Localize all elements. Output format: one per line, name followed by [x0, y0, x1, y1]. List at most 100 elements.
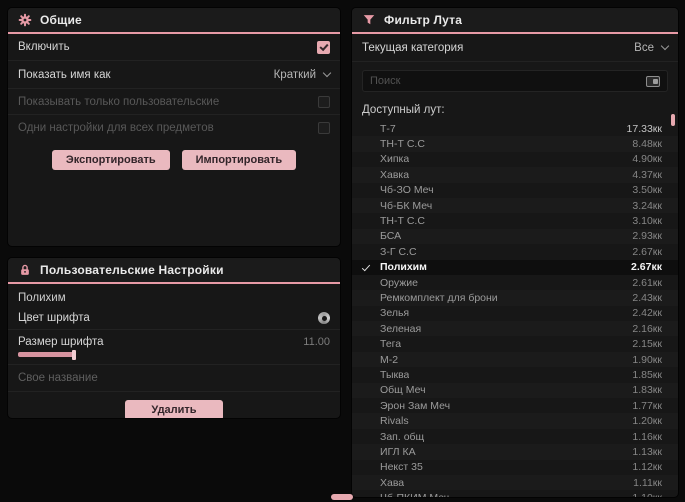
- selected-item-name: Полихим: [18, 292, 66, 304]
- loot-item-value: 2.61кк: [632, 276, 662, 289]
- same-settings-row: Одни настройки для всех предметов: [8, 115, 340, 141]
- loot-item-value: 1.77кк: [632, 399, 662, 412]
- font-color-label: Цвет шрифта: [18, 312, 90, 324]
- chevron-down-icon: [322, 68, 332, 78]
- show-name-dropdown[interactable]: Краткий: [273, 68, 332, 81]
- loot-item-name: Полихим: [380, 261, 427, 274]
- mod-settings-page: Общие Включить Показать имя как Краткий …: [0, 0, 685, 502]
- loot-item-row[interactable]: ТН-Т С.С 3.10кк: [352, 213, 678, 228]
- general-panel: Общие Включить Показать имя как Краткий …: [8, 8, 340, 246]
- loot-item-name: М-2: [380, 353, 399, 366]
- loot-item-value: 1.12кк: [632, 461, 662, 474]
- loot-item-value: 2.43кк: [632, 291, 662, 304]
- loot-item-row[interactable]: М-2 1.90кк: [352, 352, 678, 367]
- loot-item-row[interactable]: Хипка 4.90кк: [352, 152, 678, 167]
- loot-item-name: Тега: [380, 338, 402, 351]
- loot-item-row[interactable]: Оружие 2.61кк: [352, 275, 678, 290]
- only-custom-label: Показывать только пользовательские: [18, 95, 220, 108]
- custom-name-input[interactable]: [18, 372, 330, 384]
- loot-item-name: Эрон Зам Меч: [380, 399, 451, 412]
- loot-item-value: 1.20кк: [632, 415, 662, 428]
- loot-item-name: Чб-ЗО Меч: [380, 184, 434, 197]
- loot-item-name: Зап. общ: [380, 430, 425, 443]
- loot-item-row[interactable]: ТН-Т С.С 8.48кк: [352, 136, 678, 151]
- loot-item-value: 2.15кк: [632, 338, 662, 351]
- loot-item-value: 2.16кк: [632, 322, 662, 335]
- loot-filter-panel: Фильтр Лута Текущая категория Все Доступ…: [352, 8, 678, 497]
- loot-item-row[interactable]: Чб-БК Меч 3.24кк: [352, 198, 678, 213]
- loot-item-name: З-Г С.С: [380, 245, 417, 258]
- font-size-label: Размер шрифта: [18, 336, 104, 348]
- import-button[interactable]: Импортировать: [181, 150, 297, 170]
- loot-item-name: Зелья: [380, 307, 410, 320]
- font-size-value: 11.00: [303, 336, 330, 348]
- loot-item-value: 1.10кк: [632, 492, 662, 497]
- show-name-value: Краткий: [273, 68, 316, 81]
- category-dropdown[interactable]: Все: [634, 41, 670, 54]
- loot-item-value: 1.83кк: [632, 384, 662, 397]
- show-name-row: Показать имя как Краткий: [8, 61, 340, 89]
- loot-item-value: 2.67кк: [632, 245, 662, 258]
- loot-item-value: 1.85кк: [632, 368, 662, 381]
- loot-item-value: 3.10кк: [632, 215, 662, 228]
- page-scrollbar-thumb[interactable]: [331, 494, 353, 500]
- loot-item-row[interactable]: Хавка 4.37кк: [352, 167, 678, 182]
- enable-checkbox[interactable]: [317, 40, 330, 54]
- only-custom-checkbox: [318, 95, 330, 108]
- loot-item-row[interactable]: Ремкомплект для брони 2.43кк: [352, 290, 678, 305]
- font-size-slider[interactable]: [18, 349, 76, 360]
- gear-icon: [18, 13, 32, 27]
- loot-item-name: Общ Меч: [380, 384, 426, 397]
- loot-item-name: Хавка: [380, 168, 410, 181]
- font-size-row: Размер шрифта 11.00: [8, 330, 340, 350]
- loot-item-row[interactable]: Некст 35 1.12кк: [352, 460, 678, 475]
- loot-item-row[interactable]: Чб-ПКИМ Меч 1.10кк: [352, 490, 678, 497]
- loot-item-value: 3.24кк: [632, 199, 662, 212]
- loot-item-row[interactable]: ИГЛ КА 1.13кк: [352, 444, 678, 459]
- loot-item-value: 1.90кк: [632, 353, 662, 366]
- loot-item-row[interactable]: Тега 2.15кк: [352, 336, 678, 351]
- custom-settings-header: Пользовательские Настройки: [8, 258, 340, 284]
- loot-item-row[interactable]: Тыква 1.85кк: [352, 367, 678, 382]
- loot-item-name: Тыква: [380, 368, 410, 381]
- loot-item-value: 1.11кк: [633, 476, 662, 489]
- delete-button[interactable]: Удалить: [125, 400, 223, 418]
- loot-item-row[interactable]: Зелья 2.42кк: [352, 306, 678, 321]
- loot-item-row[interactable]: БСА 2.93кк: [352, 229, 678, 244]
- loot-item-row[interactable]: Чб-ЗО Меч 3.50кк: [352, 183, 678, 198]
- category-value: Все: [634, 41, 654, 54]
- loot-item-row[interactable]: Хава 1.11кк: [352, 475, 678, 490]
- only-custom-row: Показывать только пользовательские: [8, 89, 340, 115]
- slider-thumb[interactable]: [72, 349, 76, 360]
- display-mode-icon[interactable]: [646, 75, 660, 87]
- loot-item-row[interactable]: Полихим 2.67кк: [352, 259, 678, 275]
- general-panel-header: Общие: [8, 8, 340, 34]
- font-color-row: Цвет шрифта: [8, 307, 340, 330]
- funnel-icon: [363, 15, 375, 25]
- export-button[interactable]: Экспортировать: [51, 150, 170, 170]
- loot-item-row[interactable]: Зеленая 2.16кк: [352, 321, 678, 336]
- loot-item-value: 1.13кк: [632, 445, 662, 458]
- loot-item-name: Хипка: [380, 153, 410, 166]
- export-import-row: Экспортировать Импортировать: [8, 141, 340, 179]
- loot-item-row[interactable]: Т-7 17.33кк: [352, 121, 678, 136]
- color-wheel-icon[interactable]: [318, 312, 330, 324]
- loot-item-value: 2.67кк: [631, 261, 662, 274]
- loot-item-name: Чб-ПКИМ Меч: [380, 492, 449, 497]
- loot-item-name: Хава: [380, 476, 405, 489]
- loot-item-name: ТН-Т С.С: [380, 138, 425, 151]
- show-name-label: Показать имя как: [18, 68, 111, 81]
- loot-item-row[interactable]: Rivals 1.20кк: [352, 413, 678, 428]
- delete-row: Удалить: [8, 392, 340, 418]
- loot-item-row[interactable]: Общ Меч 1.83кк: [352, 383, 678, 398]
- loot-item-value: 4.90кк: [632, 153, 662, 166]
- loot-item-value: 8.48кк: [632, 138, 662, 151]
- loot-item-row[interactable]: Зап. общ 1.16кк: [352, 429, 678, 444]
- search-input[interactable]: [370, 75, 640, 87]
- loot-item-name: БСА: [380, 230, 402, 243]
- loot-item-row[interactable]: Эрон Зам Меч 1.77кк: [352, 398, 678, 413]
- loot-item-value: 4.37кк: [632, 168, 662, 181]
- loot-item-row[interactable]: З-Г С.С 2.67кк: [352, 244, 678, 259]
- list-scrollbar-thumb[interactable]: [671, 114, 675, 126]
- loot-item-value: 3.50кк: [632, 184, 662, 197]
